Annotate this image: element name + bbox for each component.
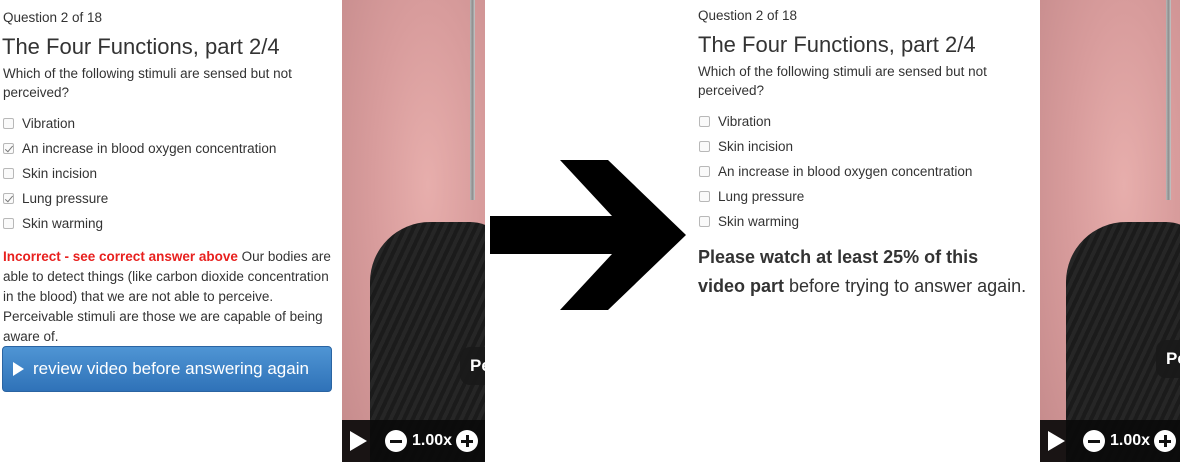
video-player-left[interactable]: Pe 1.00x bbox=[342, 0, 485, 462]
checkbox-checked[interactable] bbox=[3, 192, 14, 204]
option-lung-pressure[interactable]: Lung pressure bbox=[3, 188, 108, 208]
option-label: An increase in blood oxygen concentratio… bbox=[718, 163, 973, 179]
feedback-status: Incorrect - see correct answer above bbox=[3, 249, 238, 264]
question-title: The Four Functions, part 2/4 bbox=[2, 34, 280, 59]
video-player-right[interactable]: Pe 1.00x bbox=[1040, 0, 1180, 462]
option-lung-pressure[interactable]: Lung pressure bbox=[699, 186, 804, 206]
checkbox[interactable] bbox=[699, 190, 710, 202]
plus-circle-icon[interactable] bbox=[1154, 430, 1177, 452]
background-pole bbox=[1166, 0, 1171, 200]
right-arrow-icon bbox=[490, 160, 686, 310]
question-counter: Question 2 of 18 bbox=[698, 8, 798, 23]
play-icon[interactable] bbox=[1048, 431, 1065, 451]
option-label: Vibration bbox=[718, 113, 772, 129]
option-label: Skin incision bbox=[22, 165, 98, 181]
review-button-label: review video before answering again bbox=[33, 359, 309, 378]
option-label: Lung pressure bbox=[718, 188, 805, 204]
option-label: Skin warming bbox=[718, 213, 800, 229]
video-overlay-label: Pe bbox=[1156, 340, 1180, 378]
watch-message-rest: before trying to answer again. bbox=[784, 276, 1027, 296]
play-icon[interactable] bbox=[350, 431, 367, 451]
option-blood-oxygen[interactable]: An increase in blood oxygen concentratio… bbox=[3, 138, 276, 158]
checkbox[interactable] bbox=[699, 140, 710, 152]
video-controls: 1.00x bbox=[1040, 420, 1180, 462]
option-label: Skin warming bbox=[22, 215, 104, 231]
question-counter: Question 2 of 18 bbox=[3, 10, 103, 25]
option-skin-warming[interactable]: Skin warming bbox=[3, 213, 103, 233]
option-label: Skin incision bbox=[718, 138, 794, 154]
checkbox[interactable] bbox=[3, 117, 14, 129]
play-triangle-icon bbox=[13, 362, 24, 376]
review-video-button[interactable]: review video before answering again bbox=[2, 346, 332, 392]
option-label: Lung pressure bbox=[22, 190, 109, 206]
playback-speed: 1.00x bbox=[1110, 432, 1151, 449]
playback-speed: 1.00x bbox=[412, 432, 453, 449]
question-prompt: Which of the following stimuli are sense… bbox=[698, 64, 987, 98]
option-skin-incision[interactable]: Skin incision bbox=[3, 163, 97, 183]
option-label: An increase in blood oxygen concentratio… bbox=[22, 140, 277, 156]
option-blood-oxygen[interactable]: An increase in blood oxygen concentratio… bbox=[699, 161, 972, 181]
question-panel-left: Question 2 of 18 The Four Functions, par… bbox=[0, 0, 342, 462]
checkbox[interactable] bbox=[699, 115, 710, 127]
checkbox[interactable] bbox=[3, 217, 14, 229]
option-skin-warming[interactable]: Skin warming bbox=[699, 211, 799, 231]
answer-feedback: Incorrect - see correct answer above Our… bbox=[3, 247, 331, 347]
background-pole bbox=[470, 0, 475, 200]
question-title: The Four Functions, part 2/4 bbox=[698, 32, 976, 57]
minus-circle-icon[interactable] bbox=[385, 430, 407, 452]
option-vibration[interactable]: Vibration bbox=[699, 111, 771, 131]
checkbox[interactable] bbox=[3, 167, 14, 179]
question-prompt: Which of the following stimuli are sense… bbox=[3, 66, 292, 100]
option-label: Vibration bbox=[22, 115, 76, 131]
option-skin-incision[interactable]: Skin incision bbox=[699, 136, 793, 156]
checkbox[interactable] bbox=[699, 165, 710, 177]
question-panel-right: Question 2 of 18 The Four Functions, par… bbox=[695, 0, 1040, 462]
option-vibration[interactable]: Vibration bbox=[3, 113, 75, 133]
video-controls: 1.00x bbox=[342, 420, 485, 462]
checkbox-checked[interactable] bbox=[3, 142, 14, 154]
plus-circle-icon[interactable] bbox=[456, 430, 479, 452]
checkbox[interactable] bbox=[699, 215, 710, 227]
video-overlay-label: Pe bbox=[460, 347, 485, 385]
watch-requirement-message: Please watch at least 25% of this video … bbox=[698, 243, 1028, 301]
minus-circle-icon[interactable] bbox=[1083, 430, 1105, 452]
